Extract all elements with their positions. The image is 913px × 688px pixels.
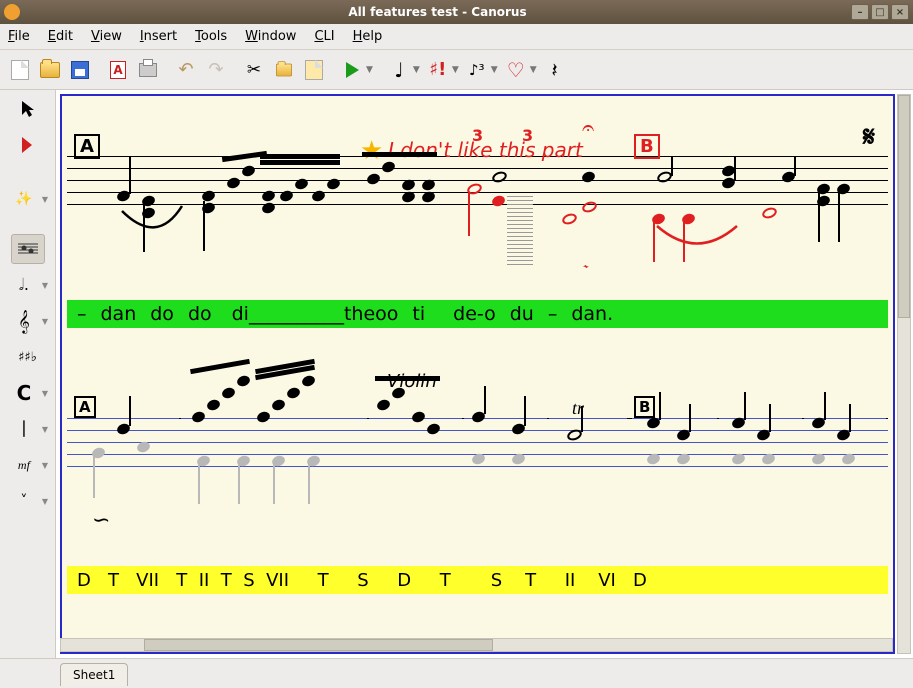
note-duration-button[interactable]: ♩ xyxy=(385,56,413,84)
canvas-area: A B ★ I don't like this part 𝄋 𝄐 3 3 xyxy=(56,90,913,658)
score-canvas[interactable]: A B ★ I don't like this part 𝄋 𝄐 3 3 xyxy=(60,94,895,654)
lyrics-row-1: – dan do do di__________theoo ti de-o du… xyxy=(67,300,888,328)
tuplet-button[interactable]: ♪³ xyxy=(463,56,491,84)
accidental-button[interactable]: ♯! xyxy=(424,56,452,84)
sheet-tab-1[interactable]: Sheet1 xyxy=(60,663,128,686)
h-scrollbar[interactable] xyxy=(60,638,893,652)
redo-button[interactable]: ↷ xyxy=(202,56,230,84)
maximize-button[interactable]: □ xyxy=(871,4,889,20)
sheet-tabstrip: Sheet1 xyxy=(0,658,913,688)
rehearsal-mark-a2: A xyxy=(74,396,96,418)
menu-tools[interactable]: Tools xyxy=(195,29,227,44)
annotation-text: I don't like this part xyxy=(388,138,583,162)
dur-dropdown[interactable]: ▼ xyxy=(42,281,48,290)
titlebar: All features test - Canorus – □ × xyxy=(0,0,913,24)
menu-cli[interactable]: CLI xyxy=(314,29,334,44)
menubar: FFileile Edit View Insert Tools Window C… xyxy=(0,24,913,50)
play-button[interactable] xyxy=(338,56,366,84)
rest-button[interactable]: 𝄽 xyxy=(541,56,569,84)
play-dropdown[interactable]: ▼ xyxy=(366,65,373,75)
rehearsal-mark-b2: B xyxy=(634,396,655,418)
undo-button[interactable]: ↶ xyxy=(172,56,200,84)
mordent-icon: 𝆝 xyxy=(584,256,588,276)
toolbar: A ↶ ↷ ✂ ▼ ♩▼ ♯!▼ ♪³▼ ♡▼ 𝄽 xyxy=(0,50,913,90)
segno-icon: 𝄋 xyxy=(863,120,875,154)
new-button[interactable] xyxy=(6,56,34,84)
acc-dropdown[interactable]: ▼ xyxy=(452,65,459,75)
close-button[interactable]: × xyxy=(891,4,909,20)
fx-dropdown[interactable]: ▼ xyxy=(42,195,48,204)
dynamics-tool[interactable]: mf xyxy=(7,450,41,480)
menu-edit[interactable]: Edit xyxy=(48,29,73,44)
duration-tool[interactable]: 𝅗𝅥. xyxy=(7,270,41,300)
star-icon: ★ xyxy=(360,136,383,166)
staff-view-tool[interactable] xyxy=(11,234,45,264)
note-dropdown[interactable]: ▼ xyxy=(413,65,420,75)
menu-window[interactable]: Window xyxy=(245,29,296,44)
bl-dropdown[interactable]: ▼ xyxy=(42,425,48,434)
select-tool[interactable] xyxy=(11,94,45,124)
menu-view[interactable]: View xyxy=(91,29,122,44)
menu-insert[interactable]: Insert xyxy=(140,29,177,44)
menu-help[interactable]: Help xyxy=(353,29,383,44)
playback-cursor xyxy=(507,196,533,265)
barline-tool[interactable]: 𝄀 xyxy=(7,414,41,444)
paste-button[interactable] xyxy=(300,56,328,84)
save-button[interactable] xyxy=(66,56,94,84)
tuplet-3-b: 3 xyxy=(522,126,533,145)
turn-ornament-icon: ∽ xyxy=(92,508,110,533)
ts-dropdown[interactable]: ▼ xyxy=(42,389,48,398)
vertical-scrollbar[interactable] xyxy=(897,94,911,654)
open-button[interactable] xyxy=(36,56,64,84)
pdf-button[interactable]: A xyxy=(104,56,132,84)
hairpin-tool[interactable]: ˅ xyxy=(7,486,41,516)
timesig-tool[interactable]: C xyxy=(7,378,41,408)
sidebar: ✨▼ 𝅗𝅥.▼ 𝄞▼ ♯♯♭ C▼ 𝄀▼ mf▼ ˅▼ xyxy=(0,90,56,658)
window-title: All features test - Canorus xyxy=(26,5,849,19)
slur-dropdown[interactable]: ▼ xyxy=(530,65,537,75)
hp-dropdown[interactable]: ▼ xyxy=(42,497,48,506)
tuplet-3-a: 3 xyxy=(472,126,483,145)
minimize-button[interactable]: – xyxy=(851,4,869,20)
fermata-icon: 𝄐 xyxy=(582,116,594,141)
app-icon xyxy=(4,4,20,20)
keysig-tool[interactable]: ♯♯♭ xyxy=(11,342,45,372)
copy-button[interactable] xyxy=(270,56,298,84)
slur-button[interactable]: ♡ xyxy=(502,56,530,84)
lyrics-row-2: D T VII T II T S VII T S D T S T II VI D xyxy=(67,566,888,594)
cut-button[interactable]: ✂ xyxy=(240,56,268,84)
clef-dropdown[interactable]: ▼ xyxy=(42,317,48,326)
menu-file[interactable]: FFileile xyxy=(8,29,30,44)
tuplet-dropdown[interactable]: ▼ xyxy=(491,65,498,75)
print-button[interactable] xyxy=(134,56,162,84)
rehearsal-mark-a: A xyxy=(74,134,100,159)
fx-tool[interactable]: ✨ xyxy=(7,184,41,214)
dyn-dropdown[interactable]: ▼ xyxy=(42,461,48,470)
insert-tool[interactable] xyxy=(11,130,45,160)
clef-tool[interactable]: 𝄞 xyxy=(7,306,41,336)
rehearsal-mark-b: B xyxy=(634,134,660,159)
staff-2 xyxy=(67,418,888,478)
